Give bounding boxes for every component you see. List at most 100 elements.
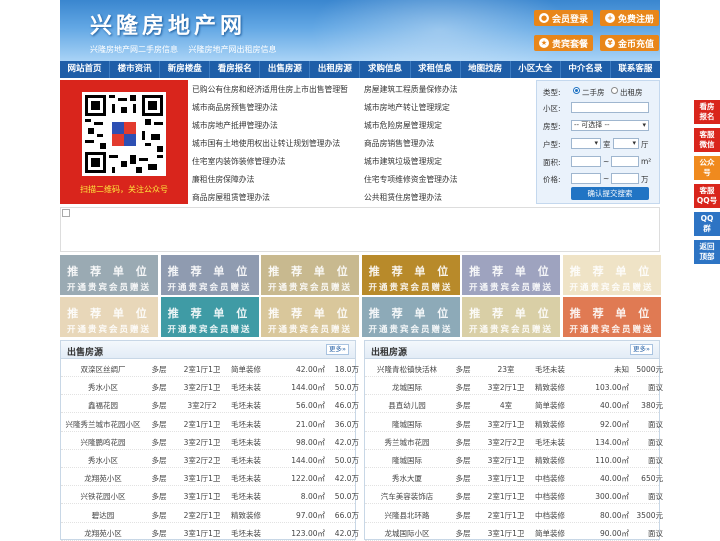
nav-item-1[interactable]: 楼市资讯	[110, 61, 161, 78]
table-row[interactable]: 秀兰城市花园 多层 3室2厅2卫 毛坯未装 134.00㎡ 面议	[365, 432, 663, 450]
sidebar-button-5[interactable]: 返回 顶部	[694, 240, 720, 264]
rent-more-link[interactable]: 更多»	[630, 344, 653, 355]
sidebar-button-3[interactable]: 客服 QQ号	[694, 184, 720, 208]
listing-name[interactable]: 碧达园	[63, 510, 143, 521]
listing-name[interactable]: 兴隆秀兰城市花园小区	[63, 419, 143, 430]
recommend-slot[interactable]: 推 荐 单 位开通贵宾会员赠送	[60, 297, 158, 337]
nav-item-3[interactable]: 看房报名	[210, 61, 261, 78]
radio-rent[interactable]	[611, 87, 618, 94]
recharge-button[interactable]: ¥ 金币充值	[600, 35, 660, 51]
table-row[interactable]: 隆城国际 多层 3室2厅1卫 精致装修 110.00㎡ 面议	[365, 450, 663, 468]
listing-name[interactable]: 秀水大厦	[367, 473, 447, 484]
recommend-slot[interactable]: 推 荐 单 位开通贵宾会员赠送	[462, 297, 560, 337]
listing-name[interactable]: 兴隆青松镇快活林	[367, 364, 447, 375]
nav-item-4[interactable]: 出售房源	[260, 61, 311, 78]
listing-name[interactable]: 县直幼儿园	[367, 400, 447, 411]
listing-name[interactable]: 兴隆鹏鸣花园	[63, 437, 143, 448]
listing-name[interactable]: 鑫福花园	[63, 400, 143, 411]
sidebar-button-0[interactable]: 看房 报名	[694, 100, 720, 124]
radio-rent-label[interactable]: 出租房	[620, 87, 643, 98]
listing-name[interactable]: 兴铁花园小区	[63, 491, 143, 502]
unit-hall-select[interactable]: ▾	[613, 138, 639, 149]
table-row[interactable]: 秀水小区 多层 3室2厅2卫 毛坯未装 144.00㎡ 50.0万	[61, 450, 359, 468]
table-row[interactable]: 龙城国际小区 多层 3室1厅1卫 简单装修 90.00㎡ 面议	[365, 523, 663, 541]
sidebar-button-1[interactable]: 客服 微信	[694, 128, 720, 152]
unit-room-select[interactable]: ▾	[571, 138, 601, 149]
recommend-slot[interactable]: 推 荐 单 位开通贵宾会员赠送	[562, 297, 661, 337]
listing-name[interactable]: 隆城国际	[367, 455, 447, 466]
table-row[interactable]: 龙翔苑小区 多层 3室1厅1卫 毛坯未装 123.00㎡ 42.0万	[61, 523, 359, 541]
recommend-slot[interactable]: 推 荐 单 位开通贵宾会员赠送	[160, 255, 259, 295]
slogan-rent[interactable]: 兴隆房地产网出租房信息	[189, 45, 277, 54]
price-min-input[interactable]	[571, 173, 601, 184]
listing-name[interactable]: 秀兰城市花园	[367, 437, 447, 448]
policy-link[interactable]: 住宅室内装饰装修管理办法	[192, 156, 286, 167]
table-row[interactable]: 碧达园 多层 2室2厅1卫 精致装修 97.00㎡ 66.0万	[61, 505, 359, 523]
member-login-button[interactable]: ● 会员登录	[534, 10, 594, 26]
room-select[interactable]: -- 可选择 -- ▾	[571, 120, 649, 131]
table-row[interactable]: 兴隆鹏鸣花园 多层 3室2厅1卫 毛坯未装 98.00㎡ 42.0万	[61, 432, 359, 450]
nav-item-7[interactable]: 求租信息	[411, 61, 461, 78]
recommend-slot[interactable]: 推 荐 单 位开通贵宾会员赠送	[361, 255, 460, 295]
recommend-slot[interactable]: 推 荐 单 位开通贵宾会员赠送	[60, 255, 158, 295]
vip-package-button[interactable]: ★ 贵宾套餐	[534, 35, 594, 51]
table-row[interactable]: 兴隆秀兰城市花园小区 多层 2室1厅1卫 毛坯未装 21.00㎡ 36.0万	[61, 414, 359, 432]
listing-name[interactable]: 龙翔苑小区	[63, 528, 143, 539]
search-submit-button[interactable]: 确认提交搜索	[571, 187, 649, 200]
listing-name[interactable]: 双滦区丝绸厂	[63, 364, 143, 375]
sale-more-link[interactable]: 更多»	[326, 344, 349, 355]
policy-link[interactable]: 城市建筑垃圾管理规定	[364, 156, 442, 167]
table-row[interactable]: 鑫福花园 多层 3室2厅2 毛坯未装 56.00㎡ 46.0万	[61, 395, 359, 414]
policy-link[interactable]: 商品房屋租赁管理办法	[192, 192, 270, 203]
listing-name[interactable]: 汽车美容装饰店	[367, 491, 447, 502]
listing-name[interactable]: 兴隆县北环路	[367, 510, 447, 521]
listing-name[interactable]: 龙城国际小区	[367, 528, 447, 539]
area-input[interactable]	[571, 102, 649, 113]
nav-item-0[interactable]: 网站首页	[60, 61, 111, 78]
table-row[interactable]: 汽车美容装饰店 多层 2室1厅1卫 中档装修 300.00㎡ 面议	[365, 486, 663, 505]
recommend-slot[interactable]: 推 荐 单 位开通贵宾会员赠送	[261, 255, 359, 295]
policy-link[interactable]: 房屋建筑工程质量保修办法	[364, 84, 458, 95]
radio-secondhand-label[interactable]: 二手房	[582, 87, 605, 98]
policy-link[interactable]: 商品房销售管理办法	[364, 138, 434, 149]
radio-secondhand[interactable]	[573, 87, 580, 94]
slogan-sale[interactable]: 兴隆房地产网二手房信息	[90, 45, 178, 54]
price-max-input[interactable]	[611, 173, 639, 184]
table-row[interactable]: 兴隆县北环路 多层 2室1厅1卫 中档装修 80.00㎡ 3500元	[365, 505, 663, 523]
table-row[interactable]: 秀水小区 多层 3室2厅1卫 毛坯未装 144.00㎡ 50.0万	[61, 377, 359, 396]
table-row[interactable]: 龙城国际 多层 3室2厅1卫 精致装修 103.00㎡ 面议	[365, 377, 663, 396]
size-min-input[interactable]	[571, 156, 601, 167]
size-max-input[interactable]	[611, 156, 639, 167]
recommend-slot[interactable]: 推 荐 单 位开通贵宾会员赠送	[462, 255, 560, 295]
site-logo[interactable]: 兴隆房地产网	[90, 8, 246, 40]
policy-link[interactable]: 城市商品房预售管理办法	[192, 102, 278, 113]
nav-item-10[interactable]: 中介名录	[561, 61, 611, 78]
policy-link[interactable]: 城市国有土地使用权出让转让规划管理办法	[192, 138, 340, 149]
nav-item-9[interactable]: 小区大全	[511, 61, 561, 78]
nav-item-5[interactable]: 出租房源	[310, 61, 361, 78]
nav-item-11[interactable]: 联系客服	[611, 61, 660, 78]
policy-link[interactable]: 公共租赁住房管理办法	[364, 192, 442, 203]
recommend-slot[interactable]: 推 荐 单 位开通贵宾会员赠送	[261, 297, 359, 337]
nav-item-8[interactable]: 地图找房	[461, 61, 511, 78]
listing-name[interactable]: 龙城国际	[367, 382, 447, 393]
listing-name[interactable]: 秀水小区	[63, 382, 143, 393]
sidebar-button-2[interactable]: 公众 号	[694, 156, 720, 180]
listing-name[interactable]: 隆城国际	[367, 419, 447, 430]
policy-link[interactable]: 城市危险房屋管理规定	[364, 120, 442, 131]
banner-ad[interactable]	[60, 207, 660, 252]
table-row[interactable]: 兴隆青松镇快活林 多层 23室 毛坯未装 未知 5000元	[365, 359, 663, 377]
listing-name[interactable]: 秀水小区	[63, 455, 143, 466]
policy-link[interactable]: 住宅专项维修资金管理办法	[364, 174, 458, 185]
table-row[interactable]: 兴铁花园小区 多层 3室1厅1卫 毛坯未装 8.00㎡ 50.0万	[61, 486, 359, 505]
sidebar-button-4[interactable]: QQ 群	[694, 212, 720, 236]
nav-item-2[interactable]: 新房楼盘	[160, 61, 211, 78]
policy-link[interactable]: 城市房地产抵押管理办法	[192, 120, 278, 131]
policy-link[interactable]: 城市房地产转让管理规定	[364, 102, 450, 113]
register-button[interactable]: + 免费注册	[600, 10, 660, 26]
recommend-slot[interactable]: 推 荐 单 位开通贵宾会员赠送	[562, 255, 661, 295]
table-row[interactable]: 龙翔苑小区 多层 3室1厅1卫 毛坯未装 122.00㎡ 42.0万	[61, 468, 359, 487]
table-row[interactable]: 秀水大厦 多层 3室1厅1卫 中档装修 40.00㎡ 650元	[365, 468, 663, 487]
listing-name[interactable]: 龙翔苑小区	[63, 473, 143, 484]
table-row[interactable]: 双滦区丝绸厂 多层 2室1厅1卫 简单装修 42.00㎡ 18.0万	[61, 359, 359, 377]
